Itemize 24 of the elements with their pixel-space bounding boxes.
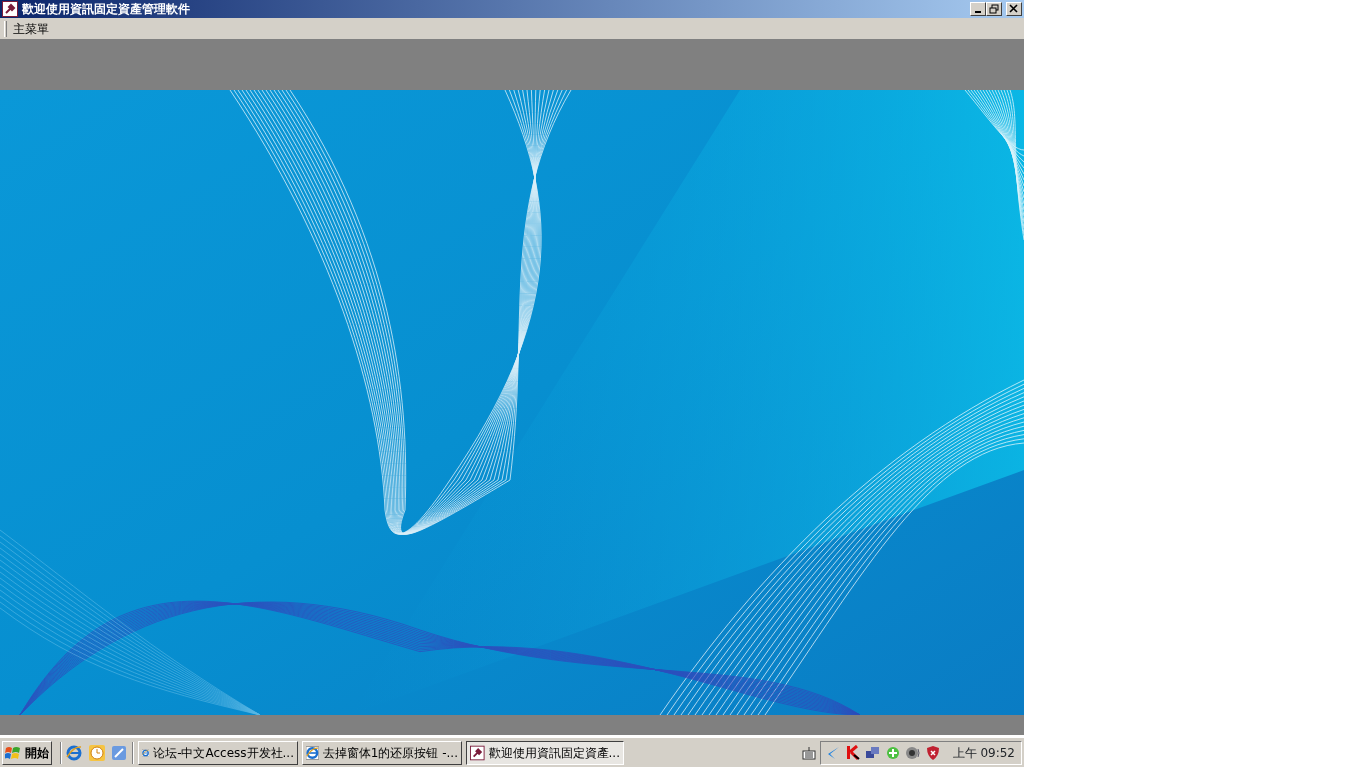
taskbar-button[interactable]: 歡迎使用資訊固定資產... [466,740,624,765]
keyboard-icon[interactable] [801,745,816,760]
browser-icon [306,744,319,761]
taskbar-button[interactable]: 去掉窗体1的还原按钮 -... [302,740,462,765]
browser-icon[interactable] [66,743,84,762]
network-icon[interactable] [864,744,881,761]
k-letter-icon[interactable] [844,744,861,761]
document-icon[interactable] [110,743,128,762]
speaker-icon[interactable] [904,744,921,761]
windows-logo-icon [5,745,21,760]
shield-icon[interactable] [924,744,941,761]
close-button[interactable] [1006,2,1022,16]
start-button[interactable]: 開始 [2,740,52,765]
taskbar-button[interactable]: 论坛-中文Access开发社... [138,740,298,765]
window-title: 歡迎使用資訊固定資產管理軟件 [22,1,191,18]
minimize-button[interactable] [970,2,986,16]
app-key-icon [2,1,18,17]
clock-time: 上午 09:52 [952,744,1015,762]
key-icon [470,744,485,761]
restore-icon [989,4,999,14]
close-icon [1009,4,1019,14]
restore-button[interactable] [986,2,1002,16]
minimize-icon [975,11,981,13]
menu-item[interactable]: 主菜單 [7,19,55,38]
